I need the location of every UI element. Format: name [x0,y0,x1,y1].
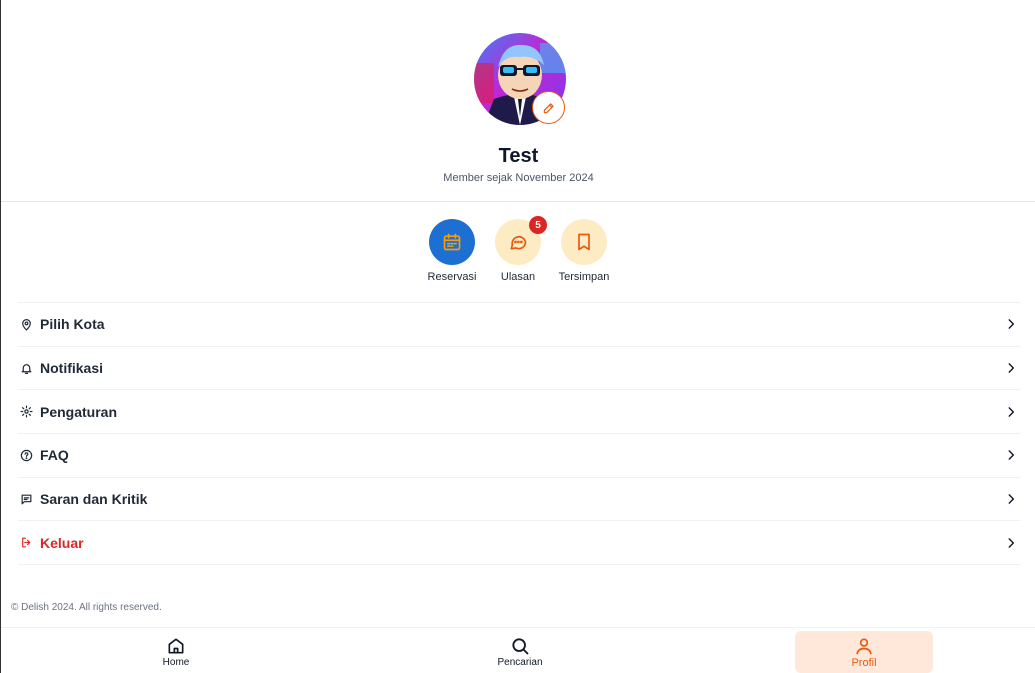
chevron-right-icon [1008,537,1015,548]
message-square-icon [19,492,33,506]
copyright-text: © Delish 2024. All rights reserved. [11,602,162,613]
quick-action-label: Ulasan [500,271,536,283]
chevron-right-icon [1008,319,1015,330]
map-pin-icon [19,317,33,331]
nav-label: Pencarian [497,657,543,668]
quick-action-label: Reservasi [427,271,477,283]
home-icon [168,638,184,654]
logout-icon [19,536,33,550]
menu-item-pilih-kota[interactable]: Pilih Kota [18,303,1020,347]
menu-item-notifikasi[interactable]: Notifikasi [18,347,1020,391]
edit-avatar-button[interactable] [532,91,565,124]
menu-item-label: Notifikasi [40,360,104,377]
member-since-text: Member sejak November 2024 [443,172,594,184]
calendar-icon [443,233,461,251]
menu-item-label: Pilih Kota [40,316,105,333]
chevron-right-icon [1008,406,1015,417]
pencil-icon [543,102,554,113]
quick-action-tersimpan[interactable]: Tersimpan [551,219,617,283]
chat-icon [510,235,527,250]
menu-item-label: FAQ [40,447,69,464]
menu-item-label: Keluar [40,534,84,551]
settings-menu: Pilih Kota Notifikasi Pengaturan FAQ Sar… [18,302,1020,566]
quick-action-label: Tersimpan [558,271,610,283]
menu-item-pengaturan[interactable]: Pengaturan [18,390,1020,435]
question-circle-icon [19,448,33,462]
gear-icon [19,405,33,419]
chevron-right-icon [1008,450,1015,461]
menu-item-saran-kritik[interactable]: Saran dan Kritik [18,478,1020,522]
chevron-right-icon [1008,494,1015,504]
nav-home[interactable]: Home [107,631,245,673]
avatar-container [474,33,566,125]
notification-count-badge: 5 [529,216,547,234]
chevron-right-icon [1008,363,1015,373]
menu-item-label: Pengaturan [40,403,118,420]
bell-icon [19,361,33,375]
app-frame: Test Member sejak November 2024 Reservas… [0,0,1035,673]
search-icon [512,638,529,655]
tersimpan-icon-circle [561,219,607,265]
profile-name: Test [498,145,539,167]
nav-label: Profil [851,657,877,669]
quick-action-reservasi[interactable]: Reservasi [419,219,485,283]
profile-header: Test Member sejak November 2024 [1,0,1035,202]
ulasan-icon-circle: 5 [495,216,547,265]
menu-item-label: Saran dan Kritik [40,491,148,508]
reservasi-icon-circle [429,219,475,265]
menu-item-keluar[interactable]: Keluar [18,521,1020,566]
bookmark-icon [578,233,590,251]
nav-label: Home [162,657,190,668]
nav-profil[interactable]: Profil [795,631,933,673]
menu-item-faq[interactable]: FAQ [18,434,1020,478]
user-icon [856,638,872,655]
nav-pencarian[interactable]: Pencarian [451,631,589,673]
quick-action-ulasan[interactable]: 5 Ulasan [485,216,551,283]
bottom-navigation: Home Pencarian Profil [1,627,1035,673]
